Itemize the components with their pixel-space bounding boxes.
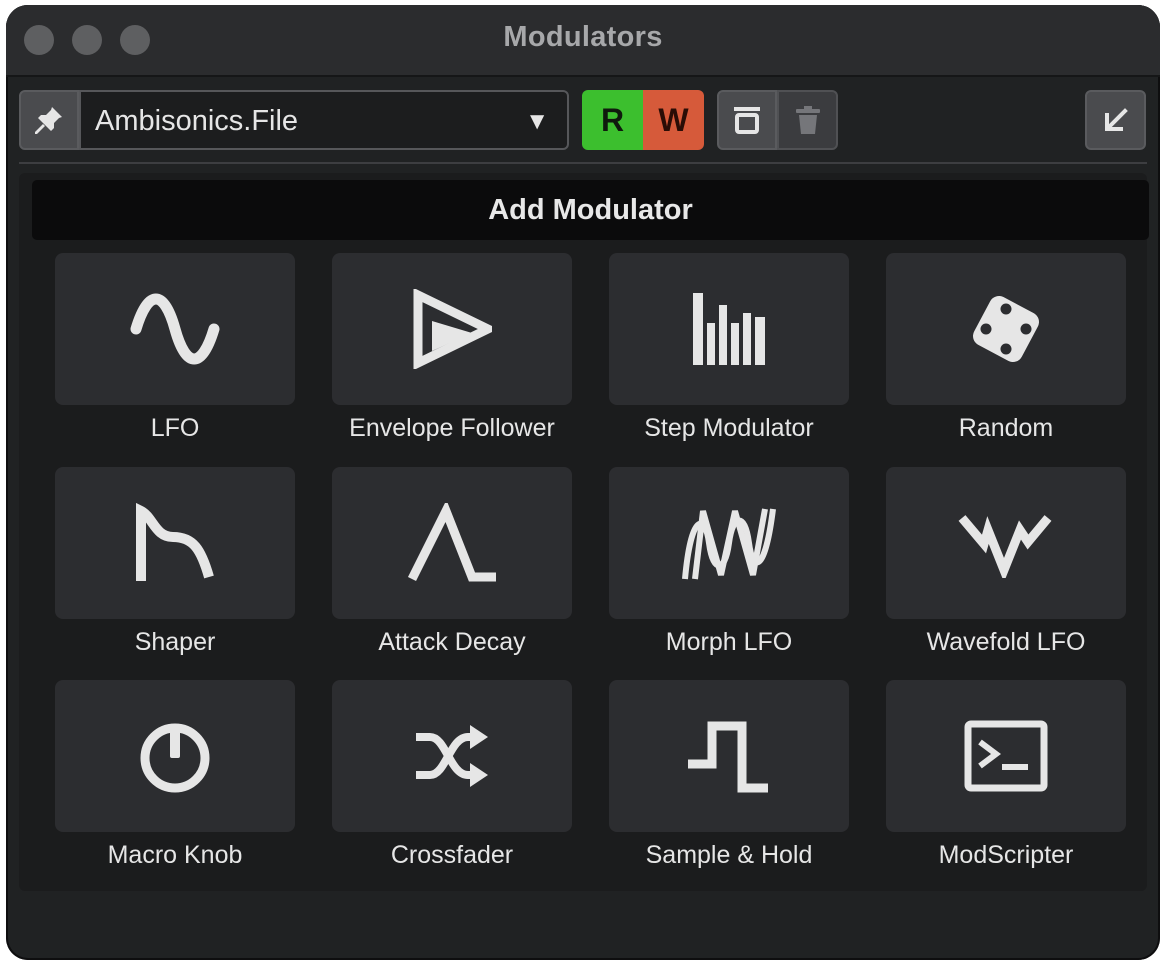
snapshot-button[interactable]: [717, 90, 777, 150]
tile-label: Morph LFO: [665, 628, 793, 656]
tile-icon-box[interactable]: [609, 467, 849, 619]
tile-icon-box[interactable]: [55, 467, 295, 619]
preset-name: Ambisonics.File: [95, 105, 299, 137]
tile-icon-box[interactable]: [55, 680, 295, 832]
delete-button[interactable]: [777, 90, 838, 150]
shuffle-icon: [416, 725, 488, 787]
tile-wavefold-lfo[interactable]: Wavefold LFO: [886, 467, 1126, 657]
power-knob-icon: [140, 723, 210, 793]
tile-attack-decay[interactable]: Attack Decay: [332, 467, 572, 657]
tile-label: Wavefold LFO: [926, 628, 1086, 656]
tile-icon-box[interactable]: [609, 680, 849, 832]
tile-step-modulator[interactable]: Step Modulator: [609, 253, 849, 443]
snapshot-icon: [734, 107, 760, 134]
pin-button[interactable]: [19, 90, 79, 150]
preset-dropdown[interactable]: Ambisonics.File ▼: [79, 90, 569, 150]
tile-icon-box[interactable]: [886, 253, 1126, 405]
trash-icon: [795, 106, 820, 134]
tile-label: LFO: [150, 414, 200, 442]
tile-label: ModScripter: [938, 841, 1074, 869]
tile-label: Envelope Follower: [349, 414, 555, 442]
sine-wave-icon: [130, 293, 220, 365]
write-automation-button[interactable]: W: [643, 90, 704, 150]
step-bars-icon: [693, 293, 765, 365]
tile-macro-knob[interactable]: Macro Knob: [55, 680, 295, 870]
tile-icon-box[interactable]: [332, 253, 572, 405]
add-modulator-header: Add Modulator: [32, 180, 1149, 240]
title-bar: Modulators: [6, 5, 1160, 77]
tile-label: Crossfader: [390, 841, 514, 869]
window-title: Modulators: [503, 21, 663, 53]
dice-icon: [973, 296, 1039, 362]
tile-envelope-follower[interactable]: Envelope Follower: [332, 253, 572, 443]
terminal-icon: [964, 720, 1048, 792]
tile-label: Shaper: [134, 628, 216, 656]
tile-sample-hold[interactable]: Sample & Hold: [609, 680, 849, 870]
attack-decay-icon: [407, 503, 496, 582]
tile-morph-lfo[interactable]: Morph LFO: [609, 467, 849, 657]
tile-icon-box[interactable]: [609, 253, 849, 405]
toolbar: Ambisonics.File ▼ R W: [6, 77, 1160, 165]
tile-lfo[interactable]: LFO: [55, 253, 295, 443]
pin-icon: [35, 107, 62, 134]
chevron-down-icon: ▼: [525, 108, 549, 135]
tile-icon-box[interactable]: [332, 467, 572, 619]
tile-modscripter[interactable]: ModScripter: [886, 680, 1126, 870]
tile-label: Attack Decay: [378, 628, 526, 656]
tile-random[interactable]: Random: [886, 253, 1126, 443]
write-label: W: [658, 101, 689, 138]
arrow-down-left-icon: [1104, 108, 1128, 131]
tile-label: Random: [958, 414, 1054, 442]
shaper-curve-icon: [136, 503, 214, 581]
read-label: R: [600, 101, 625, 138]
tile-label: Step Modulator: [644, 414, 814, 442]
modulators-window: Modulators Ambisonics.File ▼ R W Add Mod…: [6, 5, 1160, 960]
tile-icon-box[interactable]: [55, 253, 295, 405]
square-pulse-icon: [688, 721, 768, 793]
tile-icon-box[interactable]: [332, 680, 572, 832]
tile-shaper[interactable]: Shaper: [55, 467, 295, 657]
wavefold-icon: [958, 515, 1052, 578]
tile-icon-box[interactable]: [886, 680, 1126, 832]
toolbar-divider: [19, 162, 1147, 164]
tile-label: Macro Knob: [107, 841, 243, 869]
envelope-follower-icon: [413, 289, 492, 369]
tile-crossfader[interactable]: Crossfader: [332, 680, 572, 870]
collapse-button[interactable]: [1085, 90, 1146, 150]
read-automation-button[interactable]: R: [582, 90, 643, 150]
tile-label: Sample & Hold: [645, 841, 813, 869]
morph-wave-icon: [682, 508, 776, 580]
tile-icon-box[interactable]: [886, 467, 1126, 619]
modulator-panel: Add Modulator LFO Envelope Follower Step…: [19, 173, 1149, 891]
